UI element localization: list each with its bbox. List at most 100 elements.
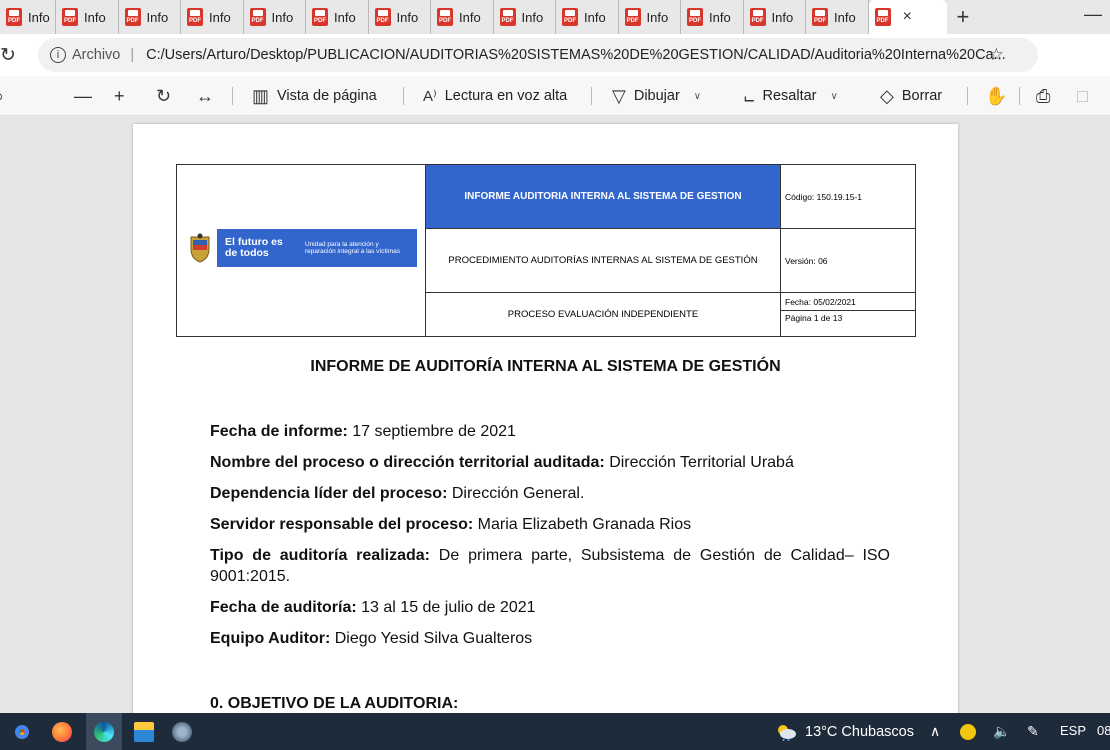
field-value: Dirección General. [447,485,585,502]
pdf-file-icon: PDF [249,8,266,26]
tab-label: Info [84,9,106,25]
tab-strip: PDF Info PDF Info PDF Info PDF Info PDF Info … [0,0,1110,34]
field-responsible-officer: Servidor responsable del proceso: Maria … [210,514,890,535]
language-indicator[interactable]: ESP [1060,723,1086,738]
pdf-file-icon: PDF [437,8,453,26]
touch-write-icon[interactable]: ✋ [985,76,1007,116]
tab-label: Info [584,9,606,25]
tab-label: Info [396,9,419,25]
browser-tab[interactable]: PDF Info [181,0,244,34]
toolbar-divider [232,87,233,105]
erase-button[interactable]: ◇ Borrar [880,76,942,116]
weather-icon [778,725,796,741]
field-audit-type: Tipo de auditoría realizada: De primera … [210,545,890,587]
pdf-file-icon: PDF [499,8,516,26]
settings-app-icon[interactable] [172,722,192,742]
header-procedure: PROCEDIMIENTO AUDITORÍAS INTERNAS AL SIS… [426,229,780,293]
add-favorite-icon[interactable]: ☆ [989,45,1004,65]
draw-icon: ▽ [612,85,626,106]
page-view-label: Vista de página [277,88,377,104]
document-title: INFORME DE AUDITORÍA INTERNA AL SISTEMA … [310,358,781,375]
read-aloud-icon: A⁾ [423,88,437,105]
field-lead-unit: Dependencia líder del proceso: Dirección… [210,483,890,504]
url-separator: | [130,47,135,63]
refresh-icon[interactable]: ↻ [0,44,22,67]
field-label: Servidor responsable del proceso: [210,516,474,533]
browser-tab[interactable]: PDF Info [431,0,494,34]
chevron-down-icon[interactable]: ∨ [694,91,701,102]
file-explorer-icon[interactable] [134,722,154,742]
book-icon: ▥ [252,85,270,106]
tab-label: Info [771,9,794,25]
tab-label: Info [28,9,50,25]
browser-tab[interactable]: PDF Info [369,0,431,34]
pdf-file-icon: PDF [687,8,703,26]
weather-widget[interactable]: 13°C Chubascos [775,723,914,741]
notification-app-icon[interactable] [960,724,976,740]
chevron-up-icon[interactable]: ∧ [930,723,940,740]
header-version: Versión: 06 [781,229,916,293]
url-text[interactable]: C:/Users/Arturo/Desktop/PUBLICACION/AUDI… [146,47,1006,63]
pdf-file-icon: PDF [749,8,766,26]
speaker-icon[interactable]: 🔈 [993,723,1010,740]
minimize-window-icon[interactable]: — [1084,4,1102,25]
browser-tab[interactable]: PDF Info [244,0,306,34]
pdf-file-icon: PDF [6,8,22,26]
browser-tab[interactable]: PDF Info [619,0,681,34]
tab-label: Info [459,9,481,25]
header-page-number: Página 1 de 13 [785,313,843,323]
edge-icon[interactable] [94,722,114,742]
close-tab-icon[interactable]: × [903,8,912,26]
pdf-file-icon: PDF [62,8,78,26]
read-aloud-button[interactable]: A⁾ Lectura en voz alta [423,76,567,116]
info-icon[interactable]: i [50,47,66,63]
report-fields: Fecha de informe: 17 septiembre de 2021 … [210,421,890,659]
field-label: Dependencia líder del proceso: [210,485,448,502]
weather-text: 13°C Chubascos [805,724,914,740]
logo-cell: El futuro es de todos Unidad para la ate… [177,165,426,336]
field-label: Tipo de auditoría realizada: [210,547,430,564]
chrome-icon[interactable] [12,722,32,742]
logo-slogan: El futuro es de todos [225,236,283,259]
search-icon[interactable]: ⌕ [0,76,4,116]
browser-tab[interactable]: PDF Info [119,0,181,34]
field-label: Nombre del proceso o dirección territori… [210,454,605,471]
browser-tab[interactable]: PDF Info [556,0,619,34]
pdf-viewer[interactable]: El futuro es de todos Unidad para la ate… [0,116,1110,713]
pdf-file-icon: PDF [812,8,828,26]
fit-page-icon[interactable]: ↔ [196,76,214,116]
firefox-icon[interactable] [52,722,72,742]
address-bar[interactable]: i Archivo | C:/Users/Arturo/Desktop/PUBL… [38,38,1038,72]
rotate-icon[interactable]: ↻ [156,76,171,116]
page-view-button[interactable]: ▥ Vista de página [252,76,377,116]
field-audit-date: Fecha de auditoría: 13 al 15 de julio de… [210,597,890,618]
logo-unit-name: Unidad para la atención y reparación int… [305,241,401,255]
header-report-title: INFORME AUDITORIA INTERNA AL SISTEMA DE … [426,165,780,229]
header-process: PROCESO EVALUACIÓN INDEPENDIENTE [507,309,699,320]
logo-banner: El futuro es de todos Unidad para la ate… [217,229,417,267]
new-tab-button[interactable]: + [947,4,980,30]
field-audit-team: Equipo Auditor: Diego Yesid Silva Gualte… [210,628,890,649]
browser-tab[interactable]: PDF Info [306,0,369,34]
browser-tab[interactable]: PDF Info [56,0,119,34]
coat-of-arms-icon [183,231,217,265]
pdf-file-icon: PDF [312,8,328,26]
browser-tab[interactable]: PDF Info [806,0,869,34]
taskbar: 13°C Chubascos ∧ 🔈 ✎ ESP 08 [0,713,1110,750]
chevron-down-icon[interactable]: ∨ [831,91,838,102]
draw-button[interactable]: ▽ Dibujar ∨ [612,76,701,116]
zoom-in-icon[interactable]: + [114,76,125,116]
browser-tab[interactable]: PDF Info [744,0,806,34]
print-icon[interactable]: ⎙ [1036,76,1050,116]
field-report-date: Fecha de informe: 17 septiembre de 2021 [210,421,890,442]
browser-tab-active[interactable]: PDF × [868,0,947,34]
browser-tab[interactable]: PDF Info [0,0,56,34]
pen-icon[interactable]: ✎ [1027,723,1039,740]
browser-tab[interactable]: PDF Info [494,0,556,34]
clock[interactable]: 08 [1097,723,1110,738]
zoom-out-icon[interactable]: — [74,76,92,116]
highlight-button[interactable]: ⨽ Resaltar ∨ [744,76,838,116]
save-icon[interactable]: □ [1077,76,1088,116]
browser-tab[interactable]: PDF Info [681,0,744,34]
header-date: Fecha: 05/02/2021 [781,293,916,311]
